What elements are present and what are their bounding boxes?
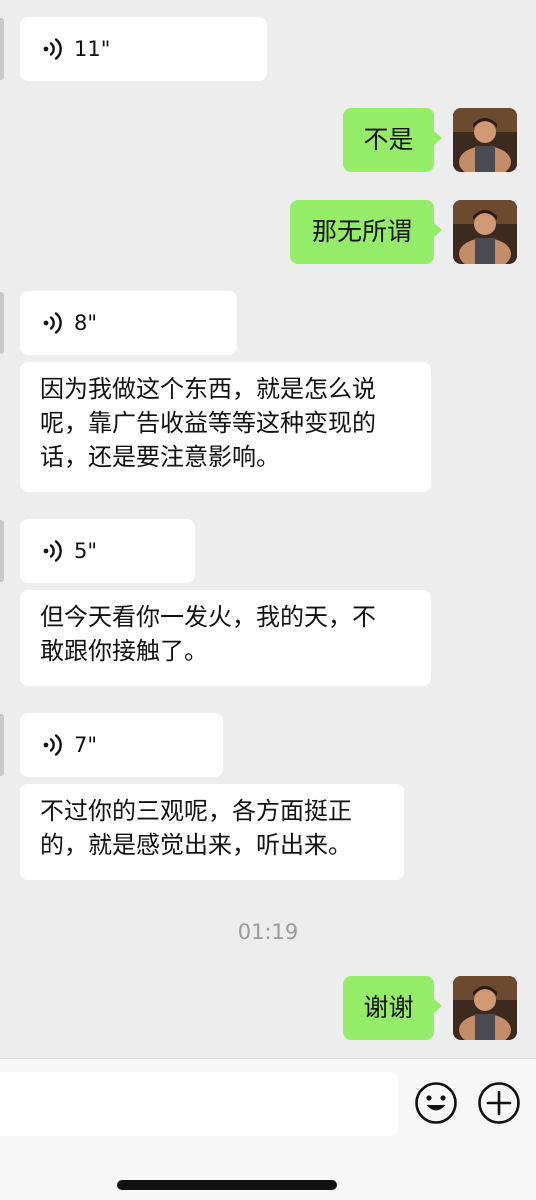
voice-duration: 5" — [74, 539, 98, 563]
emoji-button[interactable] — [414, 1081, 458, 1125]
sender-avatar[interactable] — [0, 520, 4, 582]
incoming-message[interactable]: 因为我做这个东西，就是怎么说 呢，靠广告收益等等这种变现的 话，还是要注意影响。 — [20, 362, 431, 492]
message-text: 不是 — [363, 125, 414, 154]
emoji-icon — [415, 1082, 457, 1124]
message-line: 因为我做这个东西，就是怎么说 — [40, 375, 376, 403]
chat-timestamp: 01:19 — [237, 920, 299, 944]
sender-avatar[interactable] — [0, 714, 4, 776]
user-avatar[interactable] — [453, 108, 517, 172]
outgoing-message[interactable]: 不是 — [343, 108, 442, 172]
message-line: 呢，靠广告收益等等这种变现的 — [40, 409, 376, 437]
user-avatar[interactable] — [453, 200, 517, 264]
incoming-message[interactable]: 但今天看你一发火，我的天，不 敢跟你接触了。 — [20, 590, 431, 686]
user-avatar-image — [453, 108, 517, 172]
message-line: 的，就是感觉出来，听出来。 — [40, 831, 352, 859]
voice-message[interactable]: 8" — [20, 291, 237, 355]
outgoing-message[interactable]: 那无所谓 — [290, 200, 442, 264]
voice-duration: 7" — [74, 733, 98, 757]
outgoing-message[interactable]: 谢谢 — [343, 976, 442, 1040]
chat-screen: 11" 不是 那无所谓 8" 因为我做这个东西，就是怎么说 呢，靠广告收益等等这… — [0, 0, 536, 1200]
input-bar — [0, 1058, 536, 1200]
user-avatar[interactable] — [453, 976, 517, 1040]
message-line: 敢跟你接触了。 — [40, 637, 208, 665]
add-button[interactable] — [477, 1081, 521, 1125]
plus-icon — [478, 1082, 520, 1124]
message-input[interactable] — [0, 1072, 398, 1136]
voice-duration: 8" — [74, 311, 98, 335]
message-text: 那无所谓 — [311, 217, 412, 246]
user-avatar-image — [453, 200, 517, 264]
voice-wave-icon — [43, 540, 62, 562]
voice-wave-icon — [43, 734, 62, 756]
incoming-message[interactable]: 不过你的三观呢，各方面挺正 的，就是感觉出来，听出来。 — [20, 784, 404, 880]
sender-avatar[interactable] — [0, 292, 4, 354]
message-line: 但今天看你一发火，我的天，不 — [40, 603, 376, 631]
home-indicator[interactable] — [117, 1180, 337, 1190]
message-line: 不过你的三观呢，各方面挺正 — [40, 797, 352, 825]
voice-wave-icon — [43, 312, 62, 334]
voice-duration: 11" — [74, 37, 111, 61]
voice-wave-icon — [43, 38, 62, 60]
voice-message[interactable]: 11" — [20, 17, 267, 81]
user-avatar-image — [453, 976, 517, 1040]
message-text: 谢谢 — [363, 993, 414, 1022]
voice-message[interactable]: 7" — [20, 713, 223, 777]
voice-message[interactable]: 5" — [20, 519, 195, 583]
sender-avatar[interactable] — [0, 18, 4, 80]
message-line: 话，还是要注意影响。 — [40, 443, 280, 471]
